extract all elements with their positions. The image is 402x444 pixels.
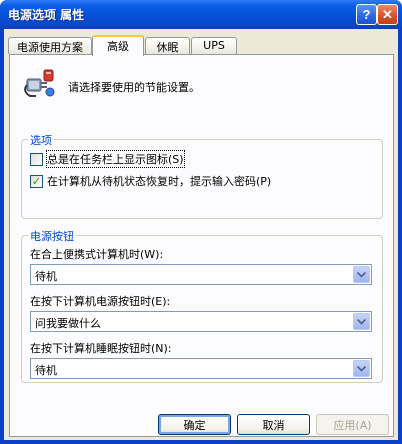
ok-button-label: 确定 — [183, 418, 206, 432]
prompt-password-label[interactable]: 在计算机从待机状态恢复时，提示输入密码(P) — [47, 173, 271, 189]
tab-advanced[interactable]: 高级 — [92, 35, 144, 56]
chevron-down-icon[interactable] — [353, 313, 370, 330]
apply-button[interactable]: 应用(A) — [316, 414, 389, 435]
show-tray-icon-label[interactable]: 总是在任务栏上显示图标(S) — [46, 150, 185, 168]
tab-power-schemes[interactable]: 电源使用方案 — [8, 37, 92, 54]
checkmark-icon: ✓ — [31, 174, 42, 188]
sleep-button-value: 待机 — [35, 364, 57, 377]
chevron-down-icon[interactable] — [353, 266, 370, 283]
power-button-select[interactable]: 问我要做什么 — [30, 311, 372, 332]
sleep-button-label: 在按下计算机睡眠按钮时(N): — [30, 342, 172, 355]
options-group-label: 选项 — [28, 132, 54, 148]
tab-hibernate[interactable]: 休眠 — [145, 37, 190, 54]
chevron-down-icon[interactable] — [353, 360, 370, 377]
tab-label: UPS — [203, 39, 225, 52]
lid-close-value: 待机 — [35, 270, 57, 283]
cancel-button[interactable]: 取消 — [237, 414, 310, 435]
power-button-value: 问我要做什么 — [35, 317, 101, 330]
dialog-window: 电源选项 属性 ? ✕ 电源使用方案 高级 休眠 UPS 请选择要使用的节能设置… — [0, 0, 402, 444]
dialog-body: 电源使用方案 高级 休眠 UPS 请选择要使用的节能设置。 选项 总是在任务栏上… — [4, 29, 398, 440]
prompt-password-checkbox[interactable]: ✓ — [30, 174, 43, 188]
tab-label: 休眠 — [156, 41, 179, 54]
power-buttons-group: 电源按钮 在合上便携式计算机时(W): 待机 在按下计算机电源按钮时(E): 问… — [21, 228, 383, 383]
help-button[interactable]: ? — [356, 4, 377, 25]
window-title: 电源选项 属性 — [8, 8, 85, 22]
power-buttons-group-label: 电源按钮 — [28, 228, 76, 244]
close-icon: ✕ — [382, 6, 393, 22]
sleep-button-select[interactable]: 待机 — [30, 358, 372, 379]
header-description: 请选择要使用的节能设置。 — [68, 81, 200, 94]
show-tray-icon-checkbox[interactable] — [30, 152, 43, 166]
tab-label: 电源使用方案 — [17, 41, 83, 54]
help-icon: ? — [362, 7, 371, 22]
prompt-password-option[interactable]: ✓ 在计算机从待机状态恢复时，提示输入密码(P) — [30, 173, 271, 189]
apply-button-label: 应用(A) — [333, 418, 372, 432]
show-tray-icon-option[interactable]: 总是在任务栏上显示图标(S) — [30, 150, 185, 168]
advanced-tab-panel: 请选择要使用的节能设置。 选项 总是在任务栏上显示图标(S) ✓ 在计算机从待机… — [9, 54, 394, 437]
tab-ups[interactable]: UPS — [191, 37, 237, 54]
options-group: 选项 总是在任务栏上显示图标(S) ✓ 在计算机从待机状态恢复时，提示输入密码(… — [21, 132, 383, 219]
power-plug-icon — [24, 69, 55, 97]
tab-label: 高级 — [107, 40, 129, 53]
lid-close-label: 在合上便携式计算机时(W): — [30, 248, 164, 261]
power-button-label: 在按下计算机电源按钮时(E): — [30, 295, 171, 308]
lid-close-select[interactable]: 待机 — [30, 264, 372, 285]
title-bar[interactable]: 电源选项 属性 ? ✕ — [0, 0, 402, 29]
cancel-button-label: 取消 — [262, 418, 285, 432]
close-button[interactable]: ✕ — [377, 4, 398, 25]
ok-button[interactable]: 确定 — [158, 414, 231, 435]
